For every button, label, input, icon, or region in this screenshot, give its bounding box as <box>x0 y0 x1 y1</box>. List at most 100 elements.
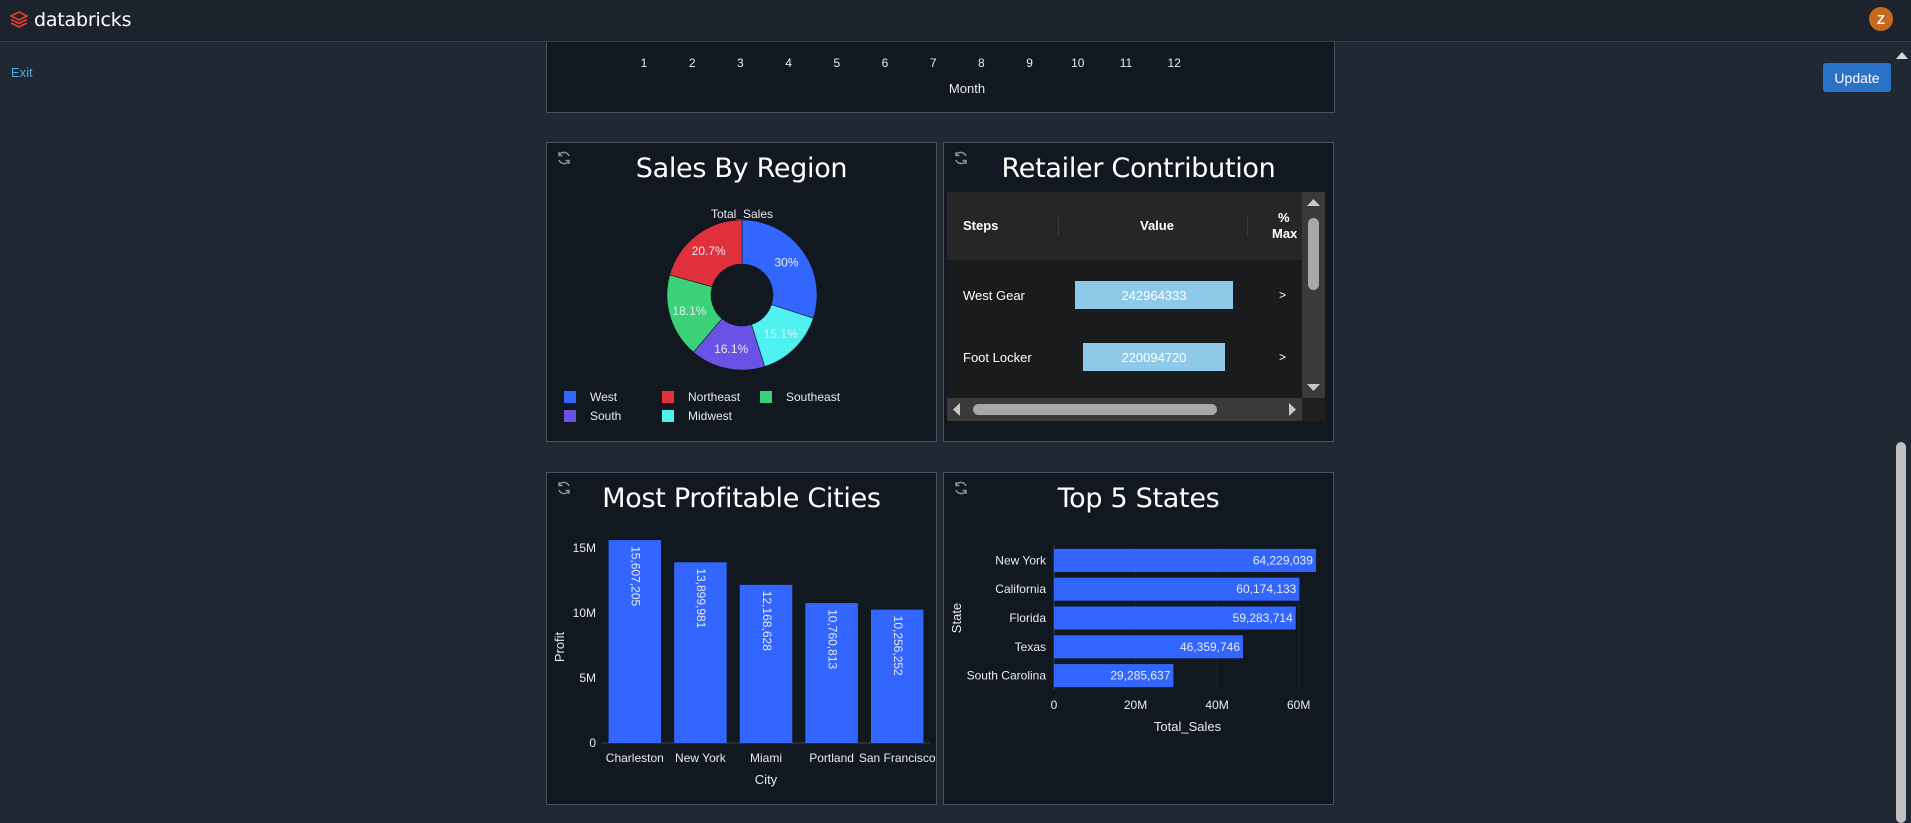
update-button[interactable]: Update <box>1823 63 1891 92</box>
month-tick-label: 6 <box>882 56 889 70</box>
month-axis-label: Month <box>949 81 985 96</box>
bar-value-label: 10,256,252 <box>891 616 905 676</box>
x-tick-label: New York <box>675 751 727 765</box>
bar-value-label: 13,899,981 <box>694 568 708 628</box>
legend-item-label: Northeast <box>688 390 741 404</box>
month-tick-label: 2 <box>689 56 696 70</box>
legend-swatch <box>662 410 674 422</box>
bar-value-label: 10,760,813 <box>825 609 839 669</box>
sales-by-region-panel: Sales By Region Total_Sales 30% 15.1% 16.1… <box>546 142 937 442</box>
row-step-label: West Gear <box>963 288 1025 303</box>
databricks-logo-icon <box>10 11 28 28</box>
y-tick-label: 5M <box>579 671 596 685</box>
row-step-label: Foot Locker <box>963 350 1032 365</box>
most-profitable-cities-bar-chart: 0 5M 10M 15M 15,607,205 Charleston 13,899,981 N… <box>552 540 936 787</box>
column-header-pct[interactable]: % <box>1278 210 1290 225</box>
legend-item-label: Southeast <box>786 390 841 404</box>
y-tick-label: 0 <box>589 736 596 750</box>
legend-item-label: West <box>590 390 618 404</box>
month-tick-label: 5 <box>833 56 840 70</box>
top-5-states-panel: Top 5 States 0 20M 40M 60M 64,229,039 New Yor… <box>943 472 1334 805</box>
x-axis-title: Total_Sales <box>1154 719 1222 734</box>
donut-chart-subtitle: Total_Sales <box>711 207 773 221</box>
x-tick-label: 0 <box>1051 698 1058 712</box>
most-profitable-cities-panel: Most Profitable Cities 0 5M 10M 15M 15,607,2… <box>546 472 937 805</box>
scroll-left-arrow-icon[interactable] <box>950 398 964 421</box>
month-tick-label: 10 <box>1071 56 1085 70</box>
panel-title: Retailer Contribution <box>1001 153 1276 184</box>
column-header-value[interactable]: Value <box>1140 218 1174 233</box>
retailer-table: Steps Value % Max West Gear 242964333 > … <box>947 192 1302 398</box>
sales-by-region-donut-chart: Total_Sales 30% 15.1% 16.1% 18.1% 20.7% West… <box>564 207 841 423</box>
bar-value-label: 29,285,637 <box>1110 669 1170 683</box>
bar-value-label: 64,229,039 <box>1253 553 1313 567</box>
x-tick-label: Miami <box>750 751 782 765</box>
column-header-max[interactable]: Max <box>1272 226 1297 241</box>
row-expand-arrow[interactable]: > <box>1279 288 1286 302</box>
bar-value-label: 15,607,205 <box>629 546 643 606</box>
legend-swatch <box>662 391 674 403</box>
legend-item-label: Midwest <box>688 409 733 423</box>
scroll-down-arrow-icon[interactable] <box>1302 381 1325 395</box>
scroll-up-arrow-icon[interactable] <box>1302 196 1325 210</box>
y-tick-label: California <box>995 582 1046 596</box>
x-tick-label: 60M <box>1287 698 1310 712</box>
scroll-right-arrow-icon[interactable] <box>1285 398 1299 421</box>
y-tick-label: South Carolina <box>967 669 1047 683</box>
app-name: databricks <box>34 9 132 31</box>
scroll-up-arrow-icon[interactable] <box>1896 52 1908 59</box>
x-tick-label: 40M <box>1205 698 1228 712</box>
bar-value-label: 59,283,714 <box>1233 611 1293 625</box>
x-tick-label: San Francisco <box>859 751 936 765</box>
exit-link[interactable]: Exit <box>11 65 33 80</box>
x-axis-title: City <box>755 772 778 787</box>
y-tick-label: 15M <box>573 541 596 555</box>
y-tick-label: New York <box>995 553 1047 567</box>
bar-value-label: 46,359,746 <box>1180 640 1240 654</box>
table-vertical-scrollbar-thumb[interactable] <box>1308 218 1319 290</box>
legend-swatch <box>760 391 772 403</box>
pie-slice-label: 16.1% <box>714 342 748 356</box>
row-value-bar: 220094720 <box>1083 343 1225 371</box>
table-horizontal-scrollbar[interactable] <box>947 398 1302 421</box>
x-tick-label: Charleston <box>606 751 664 765</box>
month-tick-label: 1 <box>641 56 648 70</box>
month-tick-label: 11 <box>1120 56 1133 70</box>
table-vertical-scrollbar[interactable] <box>1302 192 1325 398</box>
scrollbar-corner <box>1302 398 1325 421</box>
bar-value-label: 12,168,628 <box>760 591 774 651</box>
y-tick-label: Texas <box>1015 640 1046 654</box>
page-scrollbar[interactable] <box>1891 42 1911 823</box>
pie-slice-label: 30% <box>774 256 798 270</box>
legend-item-label: South <box>590 409 621 423</box>
bar-value-label: 60,174,133 <box>1236 582 1296 596</box>
y-tick-label: Florida <box>1009 611 1046 625</box>
month-tick-label: 4 <box>785 56 792 70</box>
row-expand-arrow[interactable]: > <box>1279 350 1286 364</box>
month-tick-label: 8 <box>978 56 985 70</box>
y-axis-title: State <box>949 603 964 633</box>
column-header-steps[interactable]: Steps <box>963 218 998 233</box>
table-horizontal-scrollbar-thumb[interactable] <box>973 404 1217 415</box>
month-tick-label: 9 <box>1026 56 1033 70</box>
page-scrollbar-thumb[interactable] <box>1896 442 1906 823</box>
month-chart-panel: 1 2 3 4 5 6 7 8 9 10 11 12 Month <box>546 42 1335 113</box>
pie-slice-label: 18.1% <box>672 304 706 318</box>
retailer-table-header: Steps Value % Max <box>947 192 1302 260</box>
y-axis-title: Profit <box>552 631 567 662</box>
databricks-logo[interactable]: databricks <box>10 9 131 31</box>
x-tick-label: 20M <box>1124 698 1147 712</box>
month-tick-label: 3 <box>737 56 744 70</box>
month-tick-label: 7 <box>930 56 937 70</box>
legend-swatch <box>564 410 576 422</box>
x-tick-label: Portland <box>809 751 854 765</box>
pie-slice-label: 20.7% <box>692 244 726 258</box>
month-tick-label: 12 <box>1168 56 1182 70</box>
retailer-contribution-panel: Retailer Contribution Steps Value % Max … <box>943 142 1334 442</box>
user-avatar[interactable]: Z <box>1869 7 1893 31</box>
pie-slice-label: 15.1% <box>764 327 798 341</box>
row-value-bar: 242964333 <box>1075 281 1233 309</box>
y-tick-label: 10M <box>573 606 596 620</box>
top-5-states-bar-chart: 0 20M 40M 60M 64,229,039 New York 60,174,133 Ca… <box>949 546 1316 734</box>
month-axis: 1 2 3 4 5 6 7 8 9 10 11 12 Month <box>641 56 1182 96</box>
